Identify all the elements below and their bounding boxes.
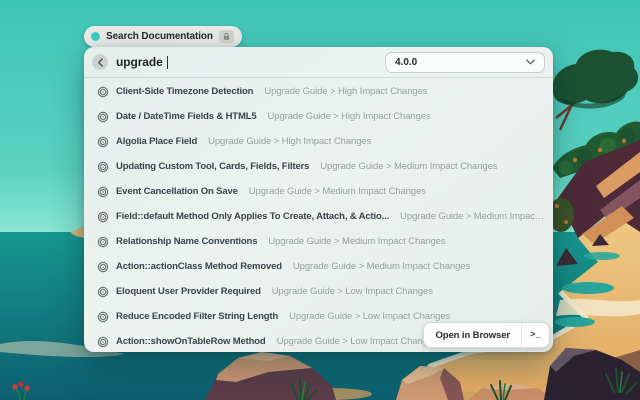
result-title: Updating Custom Tool, Cards, Fields, Fil… <box>116 161 309 172</box>
spiral-section-icon <box>97 136 109 148</box>
search-result-row[interactable]: Algolia Place Field Upgrade Guide > High… <box>84 129 553 154</box>
spiral-section-icon <box>97 336 109 348</box>
result-title: Algolia Place Field <box>116 136 197 147</box>
search-bar: upgrade 4.0.0 <box>84 47 553 78</box>
result-breadcrumb: Upgrade Guide > Low Impact Changes <box>272 286 433 297</box>
search-result-row[interactable]: Eloquent User Provider Required Upgrade … <box>84 279 553 304</box>
version-selected-value: 4.0.0 <box>395 57 417 68</box>
search-result-row[interactable]: Field::default Method Only Applies To Cr… <box>84 204 553 229</box>
spiral-section-icon <box>97 86 109 98</box>
footer-actions: Open in Browser >_ <box>423 322 550 348</box>
result-title: Event Cancellation On Save <box>116 186 238 197</box>
result-title: Reduce Encoded Filter String Length <box>116 311 278 322</box>
result-title: Field::default Method Only Applies To Cr… <box>116 211 389 222</box>
result-title: Action::showOnTableRow Method <box>116 336 266 347</box>
search-input[interactable]: upgrade <box>116 55 168 69</box>
result-breadcrumb: Upgrade Guide > Low Impact Changes <box>289 311 450 322</box>
spiral-section-icon <box>97 186 109 198</box>
result-breadcrumb: Upgrade Guide > Medium Impact Changes <box>400 211 545 222</box>
search-result-row[interactable]: Event Cancellation On Save Upgrade Guide… <box>84 179 553 204</box>
chevron-down-icon <box>526 59 535 65</box>
search-result-row[interactable]: Date / DateTime Fields & HTML5 Upgrade G… <box>84 104 553 129</box>
search-result-row[interactable]: Action::actionClass Method Removed Upgra… <box>84 254 553 279</box>
search-query-text: upgrade <box>116 55 163 69</box>
search-result-row[interactable]: Client-Side Timezone Detection Upgrade G… <box>84 79 553 104</box>
result-title: Eloquent User Provider Required <box>116 286 261 297</box>
result-breadcrumb: Upgrade Guide > Medium Impact Changes <box>249 186 426 197</box>
terminal-prompt-icon[interactable]: >_ <box>522 323 549 347</box>
search-documentation-tab[interactable]: Search Documentation <box>84 26 242 47</box>
spiral-section-icon <box>97 211 109 223</box>
result-breadcrumb: Upgrade Guide > Low Impact Changes <box>277 336 438 347</box>
lock-icon <box>219 30 234 43</box>
result-title: Date / DateTime Fields & HTML5 <box>116 111 257 122</box>
text-caret <box>167 56 169 69</box>
spiral-section-icon <box>97 311 109 323</box>
back-button[interactable] <box>92 54 108 70</box>
spiral-section-icon <box>97 111 109 123</box>
search-results-list: Client-Side Timezone Detection Upgrade G… <box>84 78 553 352</box>
status-dot-icon <box>91 32 100 41</box>
chevron-left-icon <box>97 58 104 67</box>
open-in-browser-button[interactable]: Open in Browser <box>424 323 521 347</box>
search-result-row[interactable]: Relationship Name Conventions Upgrade Gu… <box>84 229 553 254</box>
result-breadcrumb: Upgrade Guide > High Impact Changes <box>208 136 371 147</box>
spiral-section-icon <box>97 161 109 173</box>
spiral-section-icon <box>97 236 109 248</box>
result-breadcrumb: Upgrade Guide > Medium Impact Changes <box>268 236 445 247</box>
result-breadcrumb: Upgrade Guide > Medium Impact Changes <box>320 161 497 172</box>
result-breadcrumb: Upgrade Guide > Medium Impact Changes <box>293 261 470 272</box>
spiral-section-icon <box>97 261 109 273</box>
result-title: Relationship Name Conventions <box>116 236 257 247</box>
result-breadcrumb: Upgrade Guide > High Impact Changes <box>264 86 427 97</box>
spiral-section-icon <box>97 286 109 298</box>
tab-label: Search Documentation <box>106 31 213 42</box>
search-result-row[interactable]: Updating Custom Tool, Cards, Fields, Fil… <box>84 154 553 179</box>
result-title: Action::actionClass Method Removed <box>116 261 282 272</box>
result-title: Client-Side Timezone Detection <box>116 86 253 97</box>
result-breadcrumb: Upgrade Guide > High Impact Changes <box>268 111 431 122</box>
version-select[interactable]: 4.0.0 <box>385 52 545 73</box>
documentation-search-panel: upgrade 4.0.0 Client-Side Timezone Detec… <box>84 47 553 352</box>
